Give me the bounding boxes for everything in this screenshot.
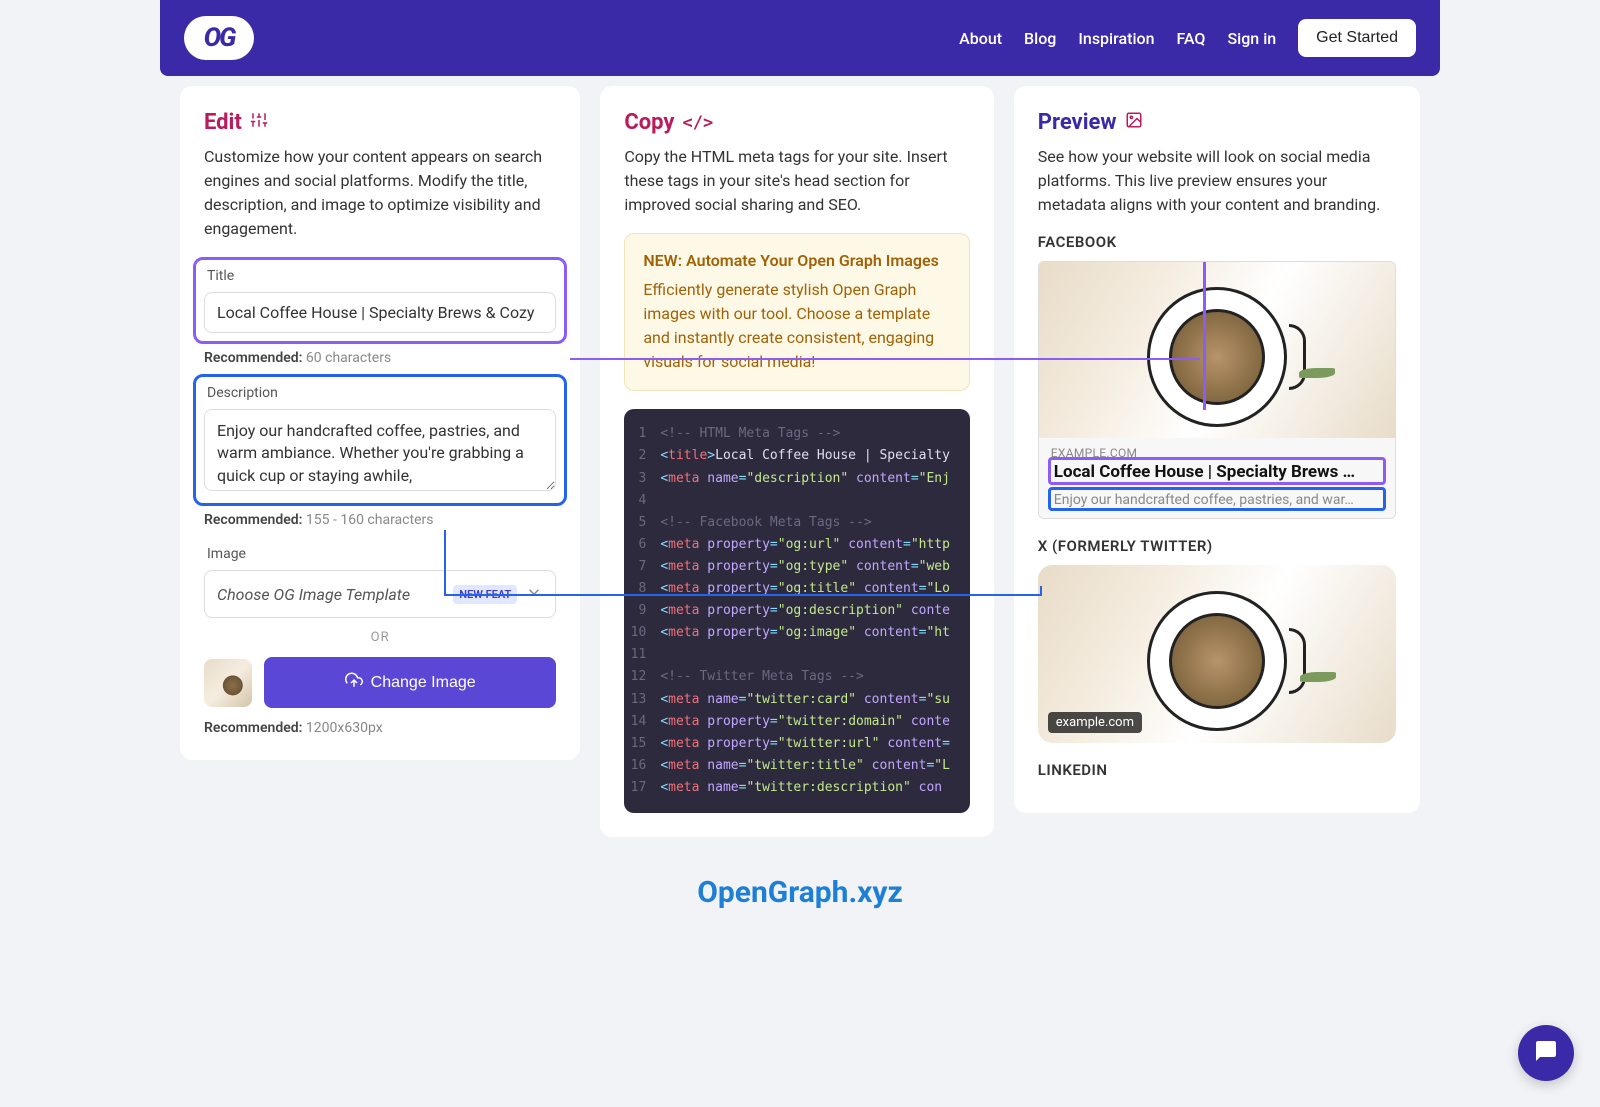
copy-subtitle: Copy the HTML meta tags for your site. I… (624, 145, 969, 217)
preview-panel-title: Preview (1038, 110, 1143, 135)
image-label: Image (204, 546, 556, 562)
facebook-desc-highlight: Enjoy our handcrafted coffee, pastries, … (1048, 487, 1386, 511)
preview-panel: Preview See how your website will look o… (1014, 86, 1420, 813)
code-line: 1<!-- HTML Meta Tags --> (624, 423, 969, 445)
chevron-down-icon (525, 583, 543, 605)
edit-title-text: Edit (204, 110, 242, 135)
code-line: 15<meta property="twitter:url" content= (624, 733, 969, 755)
top-nav: About Blog Inspiration FAQ Sign in Get S… (959, 19, 1416, 57)
preview-subtitle: See how your website will look on social… (1038, 145, 1396, 217)
code-block[interactable]: 1<!-- HTML Meta Tags -->2<title>Local Co… (624, 409, 969, 813)
copy-panel-title: Copy </> (624, 110, 713, 135)
code-line: 12<!-- Twitter Meta Tags --> (624, 666, 969, 688)
nav-about[interactable]: About (959, 29, 1002, 48)
get-started-button[interactable]: Get Started (1298, 19, 1416, 57)
code-line: 11 (624, 644, 969, 666)
code-line: 7<meta property="og:type" content="web (624, 556, 969, 578)
og-template-dropdown[interactable]: Choose OG Image Template NEW FEAT (204, 570, 556, 618)
facebook-title: Local Coffee House | Specialty Brews … (1054, 462, 1380, 482)
code-line: 5<!-- Facebook Meta Tags --> (624, 512, 969, 534)
description-recommended: Recommended: 155 - 160 characters (204, 512, 556, 528)
edit-panel-title: Edit (204, 110, 268, 135)
code-line: 9<meta property="og:description" conte (624, 600, 969, 622)
code-line: 2<title>Local Coffee House | Specialty (624, 445, 969, 467)
chat-icon (1534, 1039, 1558, 1067)
image-thumbnail[interactable] (204, 659, 252, 707)
footer-brand: OpenGraph.xyz (160, 875, 1440, 940)
code-line: 17<meta name="twitter:description" con (624, 777, 969, 799)
facebook-title-highlight: Local Coffee House | Specialty Brews … (1048, 457, 1386, 485)
promo-title: NEW: Automate Your Open Graph Images (643, 250, 950, 272)
code-line: 8<meta property="og:title" content="Lo (624, 578, 969, 600)
chat-fab[interactable] (1518, 1025, 1574, 1081)
connector-vertical-purple (1203, 262, 1206, 410)
description-textarea[interactable]: Enjoy our handcrafted coffee, pastries, … (204, 409, 556, 491)
edit-subtitle: Customize how your content appears on se… (204, 145, 556, 241)
facebook-label: FACEBOOK (1038, 233, 1396, 251)
preview-title-text: Preview (1038, 110, 1117, 135)
new-feature-badge: NEW FEAT (453, 585, 517, 604)
nav-faq[interactable]: FAQ (1177, 29, 1206, 48)
description-label: Description (204, 385, 556, 401)
twitter-domain: example.com (1048, 712, 1142, 733)
logo-badge: OG (184, 16, 254, 60)
change-image-button[interactable]: Change Image (264, 657, 556, 708)
nav-inspiration[interactable]: Inspiration (1078, 29, 1154, 48)
code-line: 13<meta name="twitter:card" content="su (624, 689, 969, 711)
code-line: 14<meta property="twitter:domain" conte (624, 711, 969, 733)
nav-sign-in[interactable]: Sign in (1227, 29, 1276, 48)
sliders-icon (250, 110, 268, 135)
code-line: 10<meta property="og:image" content="ht (624, 622, 969, 644)
image-icon (1125, 110, 1143, 135)
code-line: 3<meta name="description" content="Enj (624, 468, 969, 490)
title-field-group: Title (193, 257, 567, 344)
upload-icon (345, 671, 363, 694)
twitter-preview-card: example.com (1038, 565, 1396, 743)
title-input[interactable] (204, 292, 556, 333)
logo[interactable]: OG (184, 16, 254, 60)
facebook-preview-card: EXAMPLE.COM Local Coffee House | Special… (1038, 261, 1396, 519)
facebook-description: Enjoy our handcrafted coffee, pastries, … (1054, 492, 1380, 508)
title-label: Title (204, 268, 556, 284)
image-recommended: Recommended: 1200x630px (204, 720, 556, 736)
code-line: 4 (624, 490, 969, 512)
promo-body: Efficiently generate stylish Open Graph … (643, 278, 950, 374)
code-line: 6<meta property="og:url" content="http (624, 534, 969, 556)
twitter-label: X (FORMERLY TWITTER) (1038, 537, 1396, 555)
description-field-group: Description Enjoy our handcrafted coffee… (193, 374, 567, 506)
title-recommended: Recommended: 60 characters (204, 350, 556, 366)
or-separator: OR (204, 630, 556, 645)
promo-banner[interactable]: NEW: Automate Your Open Graph Images Eff… (624, 233, 969, 391)
code-icon: </> (682, 113, 713, 133)
copy-title-text: Copy (624, 110, 674, 135)
edit-panel: Edit Customize how your content appears … (180, 86, 580, 760)
topbar: OG About Blog Inspiration FAQ Sign in Ge… (160, 0, 1440, 76)
code-line: 16<meta name="twitter:title" content="L (624, 755, 969, 777)
nav-blog[interactable]: Blog (1024, 29, 1056, 48)
linkedin-label: LINKEDIN (1038, 761, 1396, 779)
dropdown-text: Choose OG Image Template (217, 585, 410, 604)
copy-panel: Copy </> Copy the HTML meta tags for you… (600, 86, 993, 837)
facebook-preview-image (1039, 262, 1395, 438)
change-image-label: Change Image (371, 674, 476, 692)
